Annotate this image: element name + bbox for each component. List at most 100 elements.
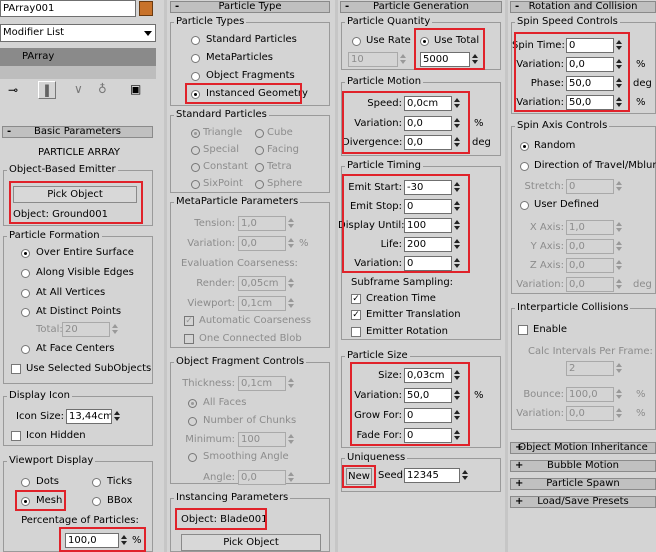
bounce-spinner[interactable] [615, 387, 623, 402]
pin-stack-icon[interactable]: ⊸ [8, 83, 18, 97]
emit-stop-spinner[interactable] [453, 199, 461, 214]
standard-particles-radio[interactable] [191, 36, 200, 45]
divergence-spinner[interactable] [453, 135, 461, 150]
pick-instance-object-button[interactable]: Pick Object [181, 534, 321, 551]
creation-time-checkbox[interactable]: ✓ [351, 294, 361, 304]
formation-visible-edges-radio[interactable] [21, 269, 30, 278]
stretch-spinner[interactable] [615, 179, 623, 194]
sphere-radio[interactable] [255, 180, 264, 189]
size-variation-spinner[interactable] [453, 388, 461, 403]
object-fragments-radio[interactable] [191, 72, 200, 81]
smoothing-angle-radio[interactable] [188, 453, 197, 462]
object-color-swatch[interactable] [139, 1, 153, 16]
calc-intervals-field[interactable]: 2 [566, 361, 614, 376]
use-selected-subobjects-checkbox[interactable] [11, 364, 21, 374]
phase-field[interactable]: 50,0 [566, 76, 614, 91]
fade-for-spinner[interactable] [453, 428, 461, 443]
angle-spinner[interactable] [287, 470, 295, 485]
object-motion-inheritance-rollout[interactable]: + Object Motion Inheritance [510, 442, 656, 454]
minimum-spinner[interactable] [287, 432, 295, 447]
y-axis-field[interactable]: 0,0 [566, 239, 614, 254]
facing-radio[interactable] [255, 146, 264, 155]
cube-radio[interactable] [255, 129, 264, 138]
formation-all-vertices-radio[interactable] [21, 289, 30, 298]
motion-variation-spinner[interactable] [453, 116, 461, 131]
constant-radio[interactable] [191, 163, 200, 172]
size-field[interactable]: 0,03cm [404, 368, 452, 383]
one-connected-blob-checkbox[interactable] [184, 334, 194, 344]
angle-field[interactable]: 0,0 [238, 470, 286, 485]
phase-spinner[interactable] [615, 76, 623, 91]
emitter-rotation-checkbox[interactable] [351, 327, 361, 337]
random-radio[interactable] [520, 142, 529, 151]
z-axis-spinner[interactable] [615, 258, 623, 273]
pick-emitter-button[interactable]: Pick Object [13, 186, 137, 203]
modifier-stack-list[interactable] [0, 66, 156, 79]
seed-field[interactable]: 12345 [404, 468, 460, 483]
emit-start-field[interactable]: -30 [404, 180, 452, 195]
display-until-field[interactable]: 100 [404, 218, 452, 233]
phase-variation-field[interactable]: 50,0 [566, 95, 614, 110]
percentage-field[interactable]: 100,0 [65, 533, 119, 548]
tension-field[interactable]: 1,0 [238, 216, 286, 231]
new-seed-button[interactable]: New [346, 468, 372, 485]
sixpoint-radio[interactable] [191, 180, 200, 189]
dots-radio[interactable] [21, 478, 30, 487]
timing-variation-field[interactable]: 0 [404, 256, 452, 271]
fade-for-field[interactable]: 0 [404, 428, 452, 443]
grow-for-field[interactable]: 0 [404, 408, 452, 423]
icon-hidden-checkbox[interactable] [11, 431, 21, 441]
divergence-field[interactable]: 0,0 [404, 135, 452, 150]
tension-spinner[interactable] [287, 216, 295, 231]
object-name-field[interactable]: PArray001 [0, 0, 136, 17]
bounce-field[interactable]: 100,0 [566, 387, 614, 402]
emit-stop-field[interactable]: 0 [404, 199, 452, 214]
spin-variation-field[interactable]: 0,0 [566, 57, 614, 72]
axis-variation-spinner[interactable] [615, 277, 623, 292]
grow-for-spinner[interactable] [453, 408, 461, 423]
configure-modifier-sets-icon[interactable]: ▣ [130, 82, 141, 96]
icon-size-spinner[interactable] [113, 409, 121, 424]
y-axis-spinner[interactable] [615, 239, 623, 254]
calc-intervals-spinner[interactable] [615, 361, 623, 376]
direction-of-travel-radio[interactable] [520, 162, 529, 171]
motion-variation-field[interactable]: 0,0 [404, 116, 452, 131]
show-end-result-icon[interactable]: ‖ [38, 81, 56, 99]
percentage-spinner[interactable] [120, 533, 128, 548]
render-spinner[interactable] [287, 276, 295, 291]
user-defined-radio[interactable] [520, 201, 529, 210]
seed-spinner[interactable] [461, 468, 469, 483]
instanced-geometry-radio[interactable] [191, 90, 200, 99]
render-field[interactable]: 0,05cm [238, 276, 286, 291]
formation-distinct-points-radio[interactable] [21, 308, 30, 317]
modifier-list-dropdown[interactable]: Modifier List [0, 24, 156, 42]
speed-spinner[interactable] [453, 96, 461, 111]
z-axis-field[interactable]: 0,0 [566, 258, 614, 273]
triangle-radio[interactable] [191, 129, 200, 138]
meta-variation-spinner[interactable] [287, 236, 295, 251]
spin-time-spinner[interactable] [615, 38, 623, 53]
bbox-radio[interactable] [92, 497, 101, 506]
icon-size-field[interactable]: 13,44cm [66, 409, 112, 424]
thickness-field[interactable]: 0,1cm [238, 376, 286, 391]
particle-type-rollout-header[interactable]: - Particle Type [170, 1, 330, 13]
automatic-coarseness-checkbox[interactable]: ✓ [184, 316, 194, 326]
ticks-radio[interactable] [92, 478, 101, 487]
life-field[interactable]: 200 [404, 237, 452, 252]
basic-parameters-rollout-header[interactable]: - Basic Parameters [2, 126, 153, 138]
total-spinner[interactable] [111, 322, 119, 337]
rate-spinner[interactable] [399, 52, 407, 67]
spin-time-field[interactable]: 0 [566, 38, 614, 53]
emitter-translation-checkbox[interactable]: ✓ [351, 310, 361, 320]
x-axis-field[interactable]: 1,0 [566, 220, 614, 235]
viewport-spinner[interactable] [287, 296, 295, 311]
minimum-field[interactable]: 100 [238, 432, 286, 447]
total-spinner[interactable] [471, 52, 479, 67]
total-field[interactable]: 5000 [420, 52, 470, 67]
spin-variation-spinner[interactable] [615, 57, 623, 72]
number-of-chunks-radio[interactable] [188, 417, 197, 426]
formation-over-surface-radio[interactable] [21, 249, 30, 258]
timing-variation-spinner[interactable] [453, 256, 461, 271]
emit-start-spinner[interactable] [453, 180, 461, 195]
rate-field[interactable]: 10 [348, 52, 398, 67]
